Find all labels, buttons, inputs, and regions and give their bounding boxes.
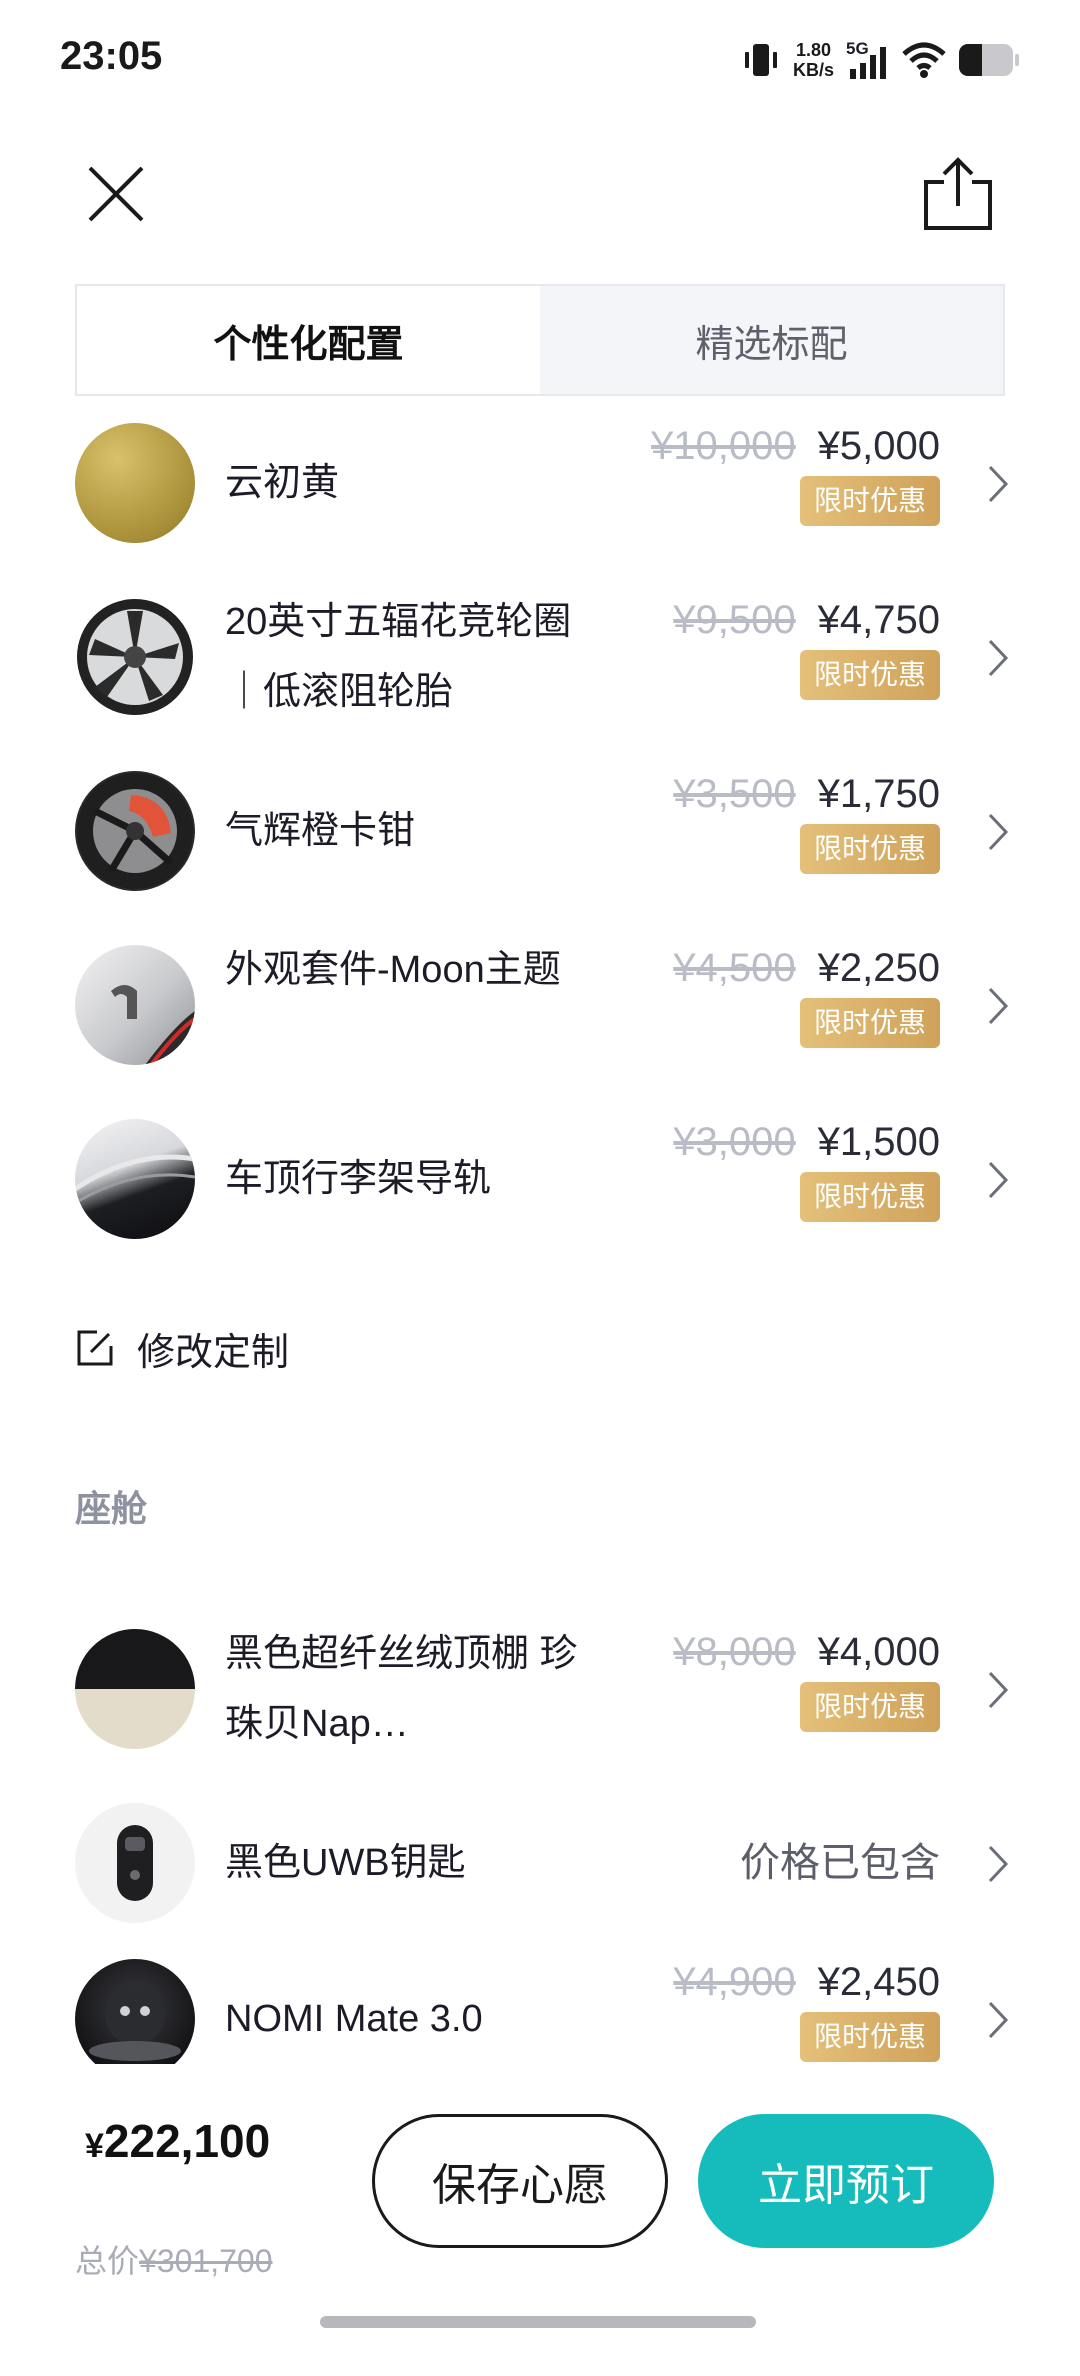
promo-badge: 限时优惠 (799, 476, 940, 526)
discount-price: ¥1,500 (817, 1120, 940, 1164)
edit-icon (77, 1330, 113, 1366)
discount-price: ¥4,000 (817, 1630, 940, 1674)
total-label: 总价 (75, 2243, 140, 2279)
caliper-thumbnail (75, 771, 195, 891)
total-original: 总价¥301,700 (75, 2236, 272, 2282)
price-block: ¥9,500 ¥4,750 限时优惠 (580, 592, 940, 700)
price-block: 价格已包含 (580, 1788, 940, 1938)
discount-price: ¥5,000 (817, 424, 940, 468)
order-now-button[interactable]: 立即预订 (698, 2114, 994, 2248)
chevron-right-icon (988, 987, 1009, 1025)
original-price: ¥3,500 (673, 772, 796, 816)
option-name: 20英寸五辐花竞轮圈｜低滚阻轮胎 (225, 601, 572, 713)
vibrate-icon (744, 44, 777, 76)
speed-unit: KB/s (792, 60, 834, 80)
option-name: 黑色超纤丝绒顶棚 珍珠贝Nap… (225, 1633, 578, 1745)
tab-personalized[interactable]: 个性化配置 (77, 286, 540, 394)
wifi-icon (902, 42, 946, 78)
original-price: ¥10,000 (651, 424, 796, 468)
speed-value: 1.80 (795, 40, 832, 60)
battery-icon (959, 44, 1019, 76)
status-time: 23:05 (60, 34, 163, 78)
chevron-right-icon (988, 2001, 1009, 2039)
option-name: 车顶行李架导轨 (225, 1158, 492, 1200)
section-title-cabin: 座舱 (75, 1488, 148, 1529)
save-wish-button[interactable]: 保存心愿 (372, 2114, 668, 2248)
roof-rail-thumbnail (75, 1119, 195, 1239)
config-tabs: 个性化配置 精选标配 (75, 284, 1005, 396)
discount-price: ¥2,450 (817, 1960, 940, 2004)
edit-label: 修改定制 (137, 1331, 290, 1374)
promo-badge: 限时优惠 (799, 1682, 940, 1732)
headliner-swatch (75, 1629, 195, 1749)
option-row-uwb-key[interactable]: 黑色UWB钥匙 价格已包含 (0, 1788, 1080, 1938)
promo-badge: 限时优惠 (799, 1172, 940, 1222)
original-price: ¥4,500 (673, 946, 796, 990)
tab-standard[interactable]: 精选标配 (540, 286, 1003, 394)
original-price: ¥8,000 (673, 1630, 796, 1674)
option-row-moon-kit[interactable]: 外观套件-Moon主题 ¥4,500 ¥2,250 限时优惠 (0, 930, 1080, 1080)
paint-swatch (75, 423, 195, 543)
signal-bars-icon (850, 47, 886, 79)
chevron-right-icon (988, 639, 1009, 677)
chevron-right-icon (988, 1671, 1009, 1709)
promo-badge: 限时优惠 (799, 650, 940, 700)
price-block: ¥10,000 ¥5,000 限时优惠 (580, 418, 940, 526)
bottom-bar: ¥222,100 总价¥301,700 保存心愿 立即预订 (0, 2072, 1080, 2376)
home-indicator[interactable] (320, 2316, 756, 2328)
option-name: 气辉橙卡钳 (225, 810, 416, 852)
option-name: 云初黄 (225, 462, 340, 504)
moon-kit-thumbnail (75, 945, 195, 1065)
share-icon[interactable] (920, 154, 996, 234)
option-row-calipers[interactable]: 气辉橙卡钳 ¥3,500 ¥1,750 限时优惠 (0, 756, 1080, 906)
discount-price: ¥2,250 (817, 946, 940, 990)
promo-badge: 限时优惠 (799, 824, 940, 874)
chevron-right-icon (988, 465, 1009, 503)
price-block: ¥4,900 ¥2,450 限时优惠 (580, 1954, 940, 2062)
original-price: ¥9,500 (673, 598, 796, 642)
discount-price: ¥1,750 (817, 772, 940, 816)
option-row-nomi[interactable]: NOMI Mate 3.0 ¥4,900 ¥2,450 限时优惠 (0, 1944, 1080, 2064)
top-bar (0, 140, 1080, 250)
option-row-paint[interactable]: 云初黄 ¥10,000 ¥5,000 限时优惠 (0, 408, 1080, 558)
option-row-headliner[interactable]: 黑色超纤丝绒顶棚 珍珠贝Nap… ¥8,000 ¥4,000 限时优惠 (0, 1614, 1080, 1764)
chevron-right-icon (988, 813, 1009, 851)
included-label: 价格已包含 (740, 1841, 940, 1885)
uwb-key-thumbnail (75, 1803, 195, 1923)
chevron-right-icon (988, 1845, 1009, 1883)
promo-badge: 限时优惠 (799, 998, 940, 1048)
original-price: ¥3,000 (673, 1120, 796, 1164)
close-icon[interactable] (80, 158, 152, 230)
chevron-right-icon (988, 1161, 1009, 1199)
total-price: ¥222,100 (85, 2114, 270, 2168)
option-name: 外观套件-Moon主题 (225, 949, 561, 991)
status-bar: 23:05 1.80 KB/s 5G (0, 0, 1080, 120)
price-block: ¥3,500 ¥1,750 限时优惠 (580, 766, 940, 874)
discount-price: ¥4,750 (817, 598, 940, 642)
option-name: 黑色UWB钥匙 (225, 1842, 466, 1884)
total-value: 222,100 (103, 2115, 271, 2167)
option-row-wheels[interactable]: 20英寸五辐花竞轮圈｜低滚阻轮胎 ¥9,500 ¥4,750 限时优惠 (0, 582, 1080, 732)
wheel-thumbnail (75, 597, 195, 717)
option-name: NOMI Mate 3.0 (225, 1998, 483, 2040)
cellular-signal: 5G (846, 39, 890, 81)
option-row-roof-rails[interactable]: 车顶行李架导轨 ¥3,000 ¥1,500 限时优惠 (0, 1104, 1080, 1254)
total-original-price: ¥301,700 (139, 2243, 273, 2279)
price-block: ¥4,500 ¥2,250 限时优惠 (580, 940, 940, 1048)
promo-badge: 限时优惠 (799, 2012, 940, 2062)
nomi-thumbnail (75, 1959, 195, 2064)
network-speed: 1.80 KB/s (793, 40, 834, 80)
edit-customization-button[interactable]: 修改定制 (75, 1318, 289, 1378)
total-currency: ¥ (85, 2127, 104, 2165)
price-block: ¥3,000 ¥1,500 限时优惠 (580, 1114, 940, 1222)
price-block: ¥8,000 ¥4,000 限时优惠 (580, 1624, 940, 1732)
original-price: ¥4,900 (673, 1960, 796, 2004)
status-icons: 1.80 KB/s 5G (741, 36, 1020, 84)
